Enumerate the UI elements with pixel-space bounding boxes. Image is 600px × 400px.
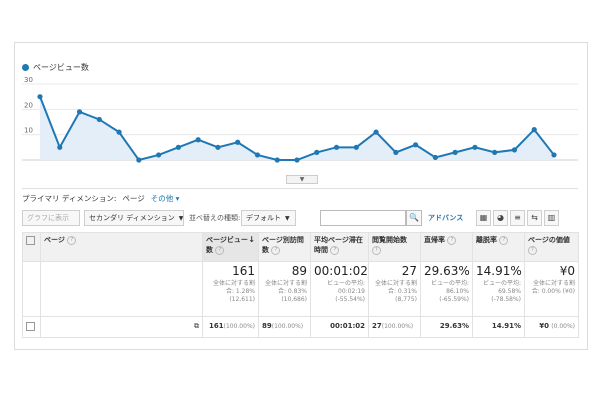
report-table: ページ ? ↓ ページビュー数 ? ページ別訪問数 ? 平均ページ滞在時間 ? 閲… (22, 232, 579, 338)
data-point[interactable] (333, 144, 340, 150)
y-tick-label: 20 (24, 101, 33, 109)
total-entrances: 27 全体に対する割合: 0.31% (8,775) (368, 261, 421, 317)
open-link-icon[interactable]: ⧉ (194, 322, 199, 330)
row-exit: 14.91% (472, 316, 525, 338)
chart-resize-handle[interactable]: ▼ (286, 175, 318, 184)
data-point[interactable] (37, 94, 43, 100)
col-unique-pageviews[interactable]: ページ別訪問数 ? (258, 232, 311, 262)
total-pageviews: 161 全体に対する割合: 1.28% (12,611) (202, 261, 259, 317)
col-bounce-rate[interactable]: 直帰率 ? (420, 232, 473, 262)
row-entrances: 27(100.00%) (368, 316, 421, 338)
sort-type-label: 並べ替えの種類: (189, 214, 241, 222)
data-point[interactable] (116, 129, 122, 135)
advanced-filter-link[interactable]: アドバンス (428, 210, 463, 226)
data-point[interactable] (274, 157, 280, 163)
data-point[interactable] (195, 137, 201, 143)
help-icon[interactable]: ? (67, 235, 77, 245)
data-point[interactable] (373, 129, 379, 135)
pie-view-icon[interactable]: ◕ (493, 210, 508, 226)
table-toolbar: グラフに表示 セカンダリ ディメンション ▼ 並べ替えの種類: デフォルト ▼ 🔍 … (22, 210, 578, 226)
primary-dimension-bar: プライマリ ディメンション: ページ その他 ▾ (22, 193, 179, 204)
row-pageviews: 161(100.00%) (202, 316, 259, 338)
pivot-view-icon[interactable]: ▥ (544, 210, 559, 226)
plot-rows-button[interactable]: グラフに表示 (22, 210, 80, 226)
data-point[interactable] (393, 149, 399, 155)
divider (22, 188, 578, 189)
data-point[interactable] (314, 149, 320, 155)
table-row: ⧉ 161(100.00%) 89(100.00%) 00:01:02 27(1… (22, 316, 579, 338)
sort-desc-icon: ↓ (248, 235, 255, 244)
data-point[interactable] (57, 144, 63, 150)
data-point[interactable] (175, 144, 181, 150)
chevron-down-icon: ▼ (285, 215, 290, 222)
data-point[interactable] (76, 109, 83, 115)
data-point[interactable] (215, 144, 221, 150)
primary-dimension-value[interactable]: ページ (122, 193, 144, 204)
comparison-view-icon[interactable]: ⇆ (527, 210, 542, 226)
total-value: ¥0 全体に対する割合: 0.00% (¥0) (524, 261, 579, 317)
data-point[interactable] (294, 157, 300, 163)
row-page-cell[interactable]: ⧉ (40, 316, 203, 338)
legend-dot-icon (22, 64, 29, 71)
data-point[interactable] (254, 152, 261, 158)
y-tick-label: 10 (24, 127, 33, 135)
row-avg-time: 00:01:02 (310, 316, 369, 338)
chevron-down-icon: ▼ (178, 215, 184, 222)
series-area (40, 96, 554, 160)
select-all-cell[interactable] (22, 232, 41, 262)
col-pageviews[interactable]: ↓ ページビュー数 ? (202, 232, 259, 262)
pageviews-chart: 30 20 10 (22, 76, 578, 163)
help-icon[interactable]: ? (528, 245, 537, 255)
sort-type-select[interactable]: デフォルト ▼ (241, 210, 296, 226)
help-icon[interactable]: ? (330, 245, 340, 255)
col-exit-rate[interactable]: 離脱率 ? (472, 232, 525, 262)
row-value: ¥0 (0.00%) (524, 316, 579, 338)
performance-view-icon[interactable]: ≡ (510, 210, 525, 226)
dimension-other-link[interactable]: その他 ▾ (151, 193, 180, 204)
data-point[interactable] (511, 147, 518, 153)
data-point[interactable] (472, 144, 478, 150)
y-tick-label: 30 (24, 76, 33, 84)
search-icon[interactable]: 🔍 (406, 210, 422, 226)
primary-dimension-label: プライマリ ディメンション: (22, 194, 117, 203)
total-exit: 14.91% ビューの平均: 69.58% (-78.58%) (472, 261, 525, 317)
table-header-row: ページ ? ↓ ページビュー数 ? ページ別訪問数 ? 平均ページ滞在時間 ? 閲… (22, 232, 579, 262)
help-icon[interactable]: ? (499, 235, 509, 245)
help-icon[interactable]: ? (271, 245, 281, 255)
col-page-value[interactable]: ページの価値 ? (524, 232, 579, 262)
data-point[interactable] (136, 157, 142, 163)
help-icon[interactable]: ? (372, 245, 381, 255)
data-point[interactable] (96, 116, 102, 123)
help-icon[interactable]: ? (215, 245, 225, 255)
table-view-icon[interactable]: ▦ (476, 210, 491, 226)
select-all-checkbox[interactable] (26, 235, 35, 245)
data-point[interactable] (452, 149, 458, 155)
total-avg-time: 00:01:02 ビューの平均: 00:02:19 (-55.54%) (310, 261, 369, 317)
data-point[interactable] (492, 149, 498, 155)
col-entrances[interactable]: 閲覧開始数 ? (368, 232, 421, 262)
data-point[interactable] (531, 127, 537, 133)
data-point[interactable] (432, 154, 438, 161)
secondary-dimension-select[interactable]: セカンダリ ディメンション ▼ (84, 210, 184, 226)
col-page[interactable]: ページ ? (40, 232, 203, 262)
row-bounce: 29.63% (420, 316, 473, 338)
table-search-input[interactable] (320, 210, 406, 226)
data-point[interactable] (235, 139, 241, 145)
data-point[interactable] (156, 152, 162, 158)
total-bounce: 29.63% ビューの平均: 86.10% (-65.59%) (420, 261, 473, 317)
total-unique: 89 全体に対する割合: 0.83% (10,686) (258, 261, 311, 317)
col-avg-time[interactable]: 平均ページ滞在時間 ? (310, 232, 369, 262)
totals-row: 161 全体に対する割合: 1.28% (12,611) 89 全体に対する割合: … (22, 261, 579, 317)
help-icon[interactable]: ? (447, 235, 457, 245)
row-unique: 89(100.00%) (258, 316, 311, 338)
row-select-cell[interactable] (22, 316, 41, 338)
data-point[interactable] (353, 144, 359, 150)
data-point[interactable] (413, 142, 419, 148)
data-point[interactable] (551, 152, 557, 158)
row-checkbox[interactable] (26, 321, 35, 331)
